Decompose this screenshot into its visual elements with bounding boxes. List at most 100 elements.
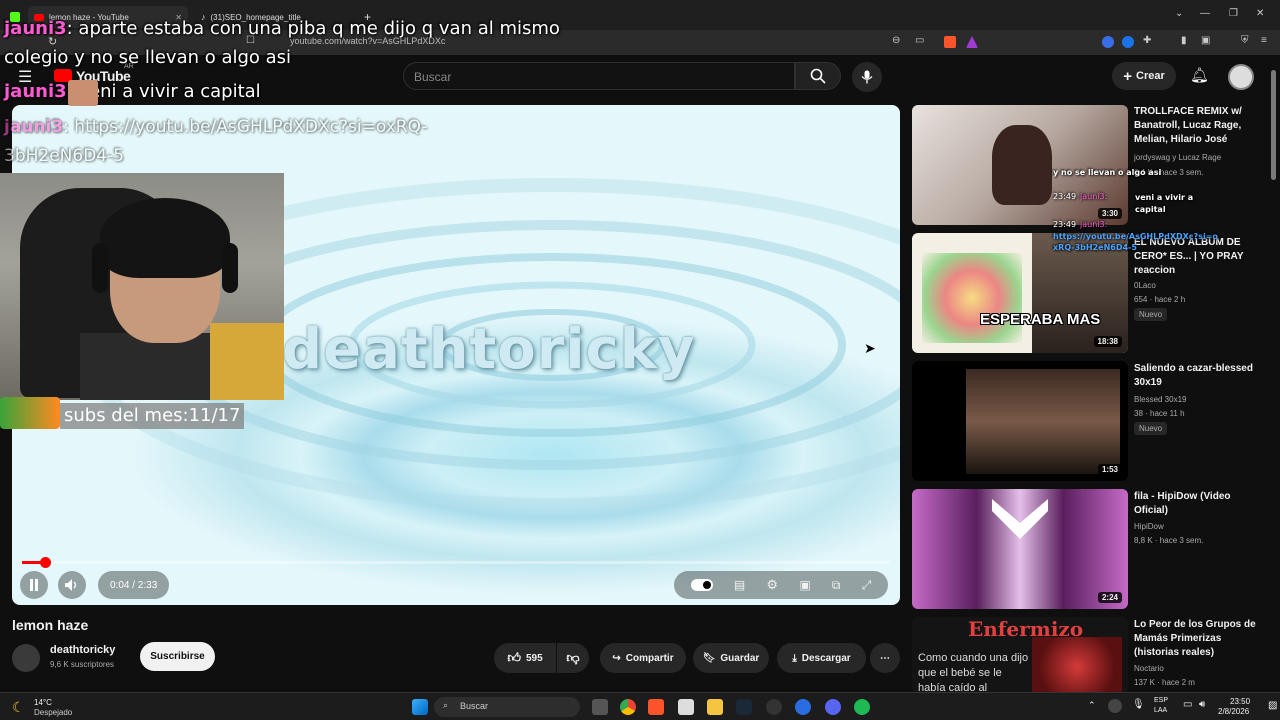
more-actions-button[interactable]: ⋯: [870, 643, 900, 673]
recommendation-title[interactable]: Saliendo a cazar-blessed 30x19: [1134, 362, 1264, 390]
time-text: 0:04 / 2:33: [110, 579, 158, 591]
subs-counter: subs del mes:11/17: [60, 403, 245, 429]
volume-button[interactable]: [58, 571, 86, 599]
language-indicator[interactable]: ESP: [1154, 697, 1168, 704]
weather-desc[interactable]: Despejado: [34, 708, 72, 717]
volume-icon: [65, 579, 77, 591]
weather-moon-icon[interactable]: ☾: [12, 699, 25, 716]
close-window-button[interactable]: ✕: [1256, 8, 1264, 19]
recommendation-channel[interactable]: 0Laco: [1134, 281, 1156, 290]
subscribe-button[interactable]: Suscribirse: [140, 642, 215, 671]
download-button[interactable]: ⤓ Descargar: [777, 643, 866, 673]
recommendation-title[interactable]: Lo Peor de los Grupos de Mamás Primeriza…: [1134, 618, 1264, 660]
maximize-button[interactable]: ❐: [1229, 8, 1238, 19]
like-button[interactable]: 👍︎ 595: [494, 643, 556, 673]
subtitles-icon[interactable]: ▤: [734, 578, 745, 592]
share-button[interactable]: ↪ Compartir: [600, 643, 686, 673]
recommendation-channel[interactable]: jordyswag y Lucaz Rage: [1134, 153, 1221, 162]
recommendation-item[interactable]: 1:53 Saliendo a cazar-blessed 30x19 Bles…: [912, 361, 1272, 481]
thumbnail-caption: Enfermizo: [968, 617, 1084, 641]
autoplay-toggle[interactable]: [690, 579, 713, 591]
store-icon[interactable]: [678, 699, 694, 715]
more-icon: ⋯: [880, 652, 890, 664]
zoom-icon[interactable]: ⊖: [892, 35, 900, 46]
account-avatar[interactable]: [1228, 64, 1254, 90]
task-view-icon[interactable]: [592, 699, 608, 715]
notifications-bell-icon[interactable]: 🔔︎: [1190, 66, 1209, 84]
video-thumbnail[interactable]: 2:24: [912, 489, 1128, 609]
create-button[interactable]: + Crear: [1112, 62, 1176, 90]
cast-icon[interactable]: ⧉: [832, 578, 841, 593]
thumbnail-figure: [966, 369, 1120, 474]
progress-bar[interactable]: [22, 561, 890, 564]
windows-start-icon[interactable]: [412, 699, 428, 715]
chat-nick: jauni3: [4, 81, 67, 102]
channel-name[interactable]: deathtoricky: [50, 644, 115, 656]
weather-temp[interactable]: 14°C: [34, 698, 52, 707]
miniplayer-icon[interactable]: ▣: [799, 578, 810, 592]
search-button[interactable]: [795, 62, 841, 90]
vpn-icon[interactable]: ⛨: [1241, 35, 1249, 46]
webcam-overlay: [0, 173, 284, 400]
chat-text: 3bH2eN6D4-5: [4, 146, 125, 166]
search-icon: [810, 68, 826, 84]
keyboard-layout[interactable]: LAA: [1154, 707, 1167, 714]
notification-icon[interactable]: ▨: [1268, 700, 1277, 711]
recommendation-channel[interactable]: Blessed 30x19: [1134, 395, 1186, 404]
chrome-icon[interactable]: [620, 699, 636, 715]
steam-icon[interactable]: [736, 699, 752, 715]
cast-icon[interactable]: ▭: [915, 35, 924, 46]
video-thumbnail[interactable]: 1:53: [912, 361, 1128, 481]
time-display: 0:04 / 2:33: [98, 571, 170, 599]
file-explorer-icon[interactable]: [707, 699, 723, 715]
search-input[interactable]: Buscar: [403, 62, 795, 90]
settings-gear-icon[interactable]: ⚙: [766, 577, 778, 593]
recommendation-item[interactable]: Enfermizo Como cuando una dijo que el be…: [912, 617, 1272, 692]
progress-scrubber[interactable]: [39, 557, 51, 568]
volume-icon[interactable]: 🔊︎: [1199, 699, 1205, 710]
recommendation-title[interactable]: TROLLFACE REMIX w/ Banatroll, Lucaz Rage…: [1134, 105, 1264, 147]
download-label: Descargar: [801, 652, 851, 664]
channel-avatar[interactable]: [12, 644, 40, 672]
taskbar-search[interactable]: ⌕ Buscar: [434, 697, 580, 717]
pause-button[interactable]: [20, 571, 48, 599]
menu-icon[interactable]: ≡: [1261, 35, 1267, 46]
recommendation-channel[interactable]: Noctario: [1134, 664, 1164, 673]
app-icon[interactable]: [795, 699, 811, 715]
save-button[interactable]: 🔖︎ Guardar: [693, 643, 769, 673]
voice-search-button[interactable]: [852, 62, 882, 92]
thumbnail-subcaption: Como cuando una dijo que el bebé se le h…: [918, 652, 1029, 692]
page-scrollbar[interactable]: [1270, 60, 1278, 690]
discord-icon[interactable]: [825, 699, 841, 715]
app-icon[interactable]: [766, 699, 782, 715]
extension-icon[interactable]: [1122, 36, 1134, 48]
microphone-icon[interactable]: 🎙︎: [1132, 699, 1145, 710]
brave-icon[interactable]: [648, 699, 664, 715]
wallet-icon[interactable]: ▣: [1201, 35, 1210, 46]
sidebar-icon[interactable]: ▮: [1181, 35, 1187, 46]
recommendation-item[interactable]: 2:24 fila - HipiDow (Video Oficial) Hipi…: [912, 489, 1272, 609]
chat-text: : aparte estaba con una piba q me dijo q…: [66, 18, 560, 39]
extension-icon[interactable]: [1102, 36, 1114, 48]
brave-rewards-icon[interactable]: [966, 36, 978, 48]
video-thumbnail[interactable]: Enfermizo Como cuando una dijo que el be…: [912, 617, 1128, 692]
tab-list-icon[interactable]: ⌄: [1175, 8, 1183, 19]
brave-shields-icon[interactable]: [944, 36, 956, 48]
clock-date[interactable]: 2/8/2026: [1218, 707, 1249, 716]
recommendation-title[interactable]: fila - HipiDow (Video Oficial): [1134, 490, 1264, 518]
fullscreen-icon[interactable]: ⤢: [862, 578, 872, 593]
spotify-icon[interactable]: [854, 699, 870, 715]
tray-app-icon[interactable]: [1108, 699, 1122, 713]
scrollbar-thumb[interactable]: [1271, 70, 1276, 180]
network-icon[interactable]: ▭: [1183, 699, 1192, 710]
share-label: Compartir: [625, 652, 674, 664]
dislike-button[interactable]: 👎︎: [557, 643, 589, 673]
tray-chevron-icon[interactable]: ⌃: [1088, 700, 1096, 711]
taskbar-search-label: Buscar: [460, 701, 489, 711]
microphone-icon: [861, 70, 873, 84]
clock-time[interactable]: 23:50: [1230, 697, 1250, 706]
windows-taskbar: ☾ 14°C Despejado ⌕ Buscar ⌃ 🎙︎ ESP LAA ▭ …: [0, 692, 1280, 720]
recommendation-channel[interactable]: HipiDow: [1134, 522, 1164, 531]
extensions-puzzle-icon[interactable]: ✚: [1143, 35, 1151, 46]
minimize-button[interactable]: —: [1200, 8, 1210, 19]
